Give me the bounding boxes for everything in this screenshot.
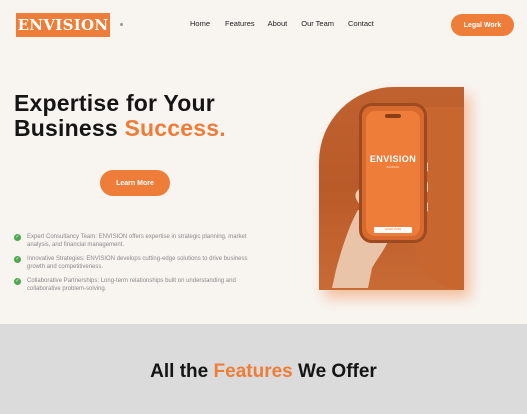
nav-contact[interactable]: Contact [348,19,374,28]
hero-title-line1: Expertise for Your [14,90,215,116]
brand-logo[interactable]: ENVISION [16,13,110,37]
check-icon: ✓ [14,256,21,263]
features-section: All the Features We Offer [0,324,527,414]
main-nav: Home Features About Our Team Contact [190,19,374,28]
feature-text: Collaborative Partnerships: Long-term re… [27,278,236,292]
hero-feature-list: ✓ Expert Consultancy Team: ENVISION offe… [14,233,264,299]
legal-work-button[interactable]: Legal Work [451,14,514,36]
nav-about[interactable]: About [268,19,288,28]
features-heading-after: We Offer [292,361,377,382]
phone-mockup: ENVISION BUSINESS LEARN MORE [359,103,427,243]
list-item: ✓ Collaborative Partnerships: Long-term … [14,277,264,293]
learn-more-button[interactable]: Learn More [100,170,170,196]
phone-tagline: BUSINESS [386,166,400,169]
hero-title-line2: Business [14,115,125,141]
nav-our-team[interactable]: Our Team [301,19,334,28]
decorative-dot [120,23,123,26]
nav-home[interactable]: Home [190,19,210,28]
site-header: ENVISION Home Features About Our Team Co… [0,0,527,50]
list-item: ✓ Innovative Strategies: ENVISION develo… [14,255,264,271]
features-heading-before: All the [150,361,214,382]
phone-screen: ENVISION BUSINESS LEARN MORE [366,111,420,236]
nav-features[interactable]: Features [225,19,255,28]
check-icon: ✓ [14,234,21,241]
feature-text: Expert Consultancy Team: ENVISION offers… [27,234,247,248]
phone-notch [385,114,401,118]
hero-title-accent: Success. [124,115,226,141]
phone-logo: ENVISION [369,154,417,164]
phone-button: LEARN MORE [374,227,412,233]
features-heading-accent: Features [213,361,293,382]
features-heading: All the Features We Offer [0,361,527,383]
list-item: ✓ Expert Consultancy Team: ENVISION offe… [14,233,264,249]
feature-text: Innovative Strategies: ENVISION develops… [27,256,248,270]
hero-title: Expertise for Your Business Success. [14,91,314,141]
check-icon: ✓ [14,278,21,285]
